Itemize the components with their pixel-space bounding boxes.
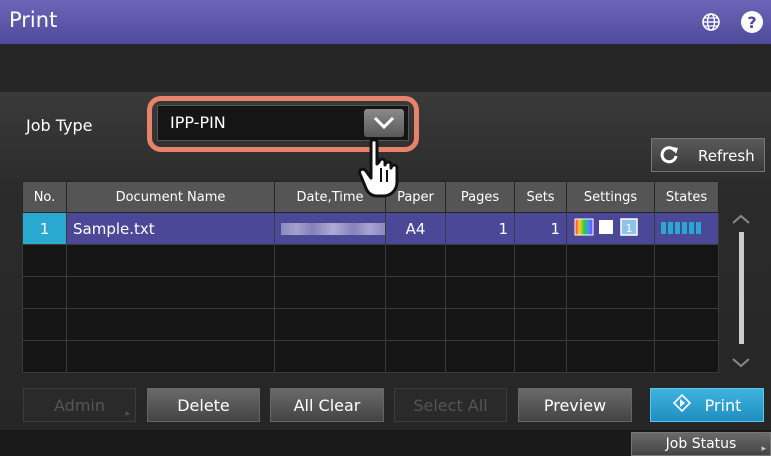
- cell-paper: A4: [385, 212, 446, 245]
- admin-button[interactable]: Admin ▸: [23, 388, 136, 422]
- print-diamond-icon: [672, 393, 691, 416]
- cell-date: [274, 212, 386, 245]
- settings-icons: 1: [574, 217, 638, 236]
- refresh-icon: [660, 145, 680, 169]
- scrollbar[interactable]: [739, 232, 744, 344]
- job-status-button[interactable]: Job Status ▸: [631, 432, 771, 456]
- message-area: [0, 44, 771, 92]
- col-header-sets[interactable]: Sets: [514, 181, 567, 213]
- submenu-arrow-icon: ▸: [761, 444, 766, 454]
- blurred-date: [281, 223, 385, 235]
- job-status-label: Job Status: [665, 436, 737, 452]
- delete-button[interactable]: Delete: [147, 388, 260, 422]
- preview-button[interactable]: Preview: [518, 388, 632, 422]
- col-header-no[interactable]: No.: [22, 181, 67, 213]
- table-row: [22, 276, 719, 309]
- col-header-settings[interactable]: Settings: [566, 181, 655, 213]
- cell-states: [654, 212, 719, 245]
- col-header-pages[interactable]: Pages: [445, 181, 515, 213]
- submenu-arrow-icon: ▸: [125, 409, 130, 419]
- print-button[interactable]: Print: [650, 388, 764, 422]
- job-type-label: Job Type: [26, 116, 93, 135]
- table-row: [22, 244, 719, 277]
- job-type-dropdown[interactable]: IPP-PIN: [157, 105, 409, 141]
- cell-settings: 1: [566, 212, 655, 245]
- help-icon[interactable]: ?: [741, 11, 763, 33]
- scroll-up-icon[interactable]: [731, 210, 751, 229]
- title-bar: Print ?: [0, 0, 771, 44]
- print-label: Print: [704, 395, 742, 415]
- col-header-document[interactable]: Document Name: [66, 181, 275, 213]
- page-title: Print: [9, 8, 58, 32]
- table-row[interactable]: 1 Sample.txt A4 1 1 1: [22, 212, 719, 245]
- col-header-states[interactable]: States: [654, 181, 719, 213]
- job-table: No. Document Name Date,Time Paper Pages …: [22, 181, 719, 373]
- cell-no: 1: [22, 212, 67, 245]
- cell-sets: 1: [514, 212, 567, 245]
- table-row: [22, 308, 719, 341]
- cell-pages: 1: [445, 212, 515, 245]
- globe-icon[interactable]: [700, 11, 722, 33]
- refresh-button[interactable]: Refresh: [651, 138, 765, 172]
- refresh-label: Refresh: [698, 147, 755, 165]
- all-clear-button[interactable]: All Clear: [270, 388, 384, 422]
- states-indicator: [661, 221, 701, 234]
- cell-document: Sample.txt: [66, 212, 275, 245]
- settings-copies: 1: [626, 222, 633, 235]
- chevron-down-icon[interactable]: [364, 109, 404, 137]
- select-all-button[interactable]: Select All: [394, 388, 507, 422]
- admin-label: Admin: [54, 395, 105, 415]
- job-type-value: IPP-PIN: [170, 113, 226, 132]
- hand-pointer-icon: [357, 138, 409, 204]
- scroll-down-icon[interactable]: [731, 354, 751, 373]
- table-row: [22, 340, 719, 373]
